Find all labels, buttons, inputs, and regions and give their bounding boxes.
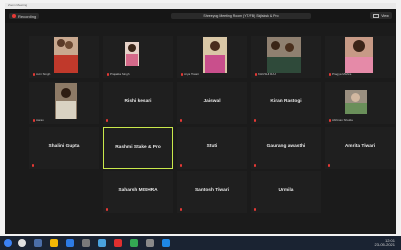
participant-name: Abhinav Shukla	[332, 118, 353, 122]
windows-taskbar: 12:01 23-05-2021	[0, 236, 401, 250]
participant-tile-p7[interactable]: Rishi kesari	[103, 82, 173, 124]
desktop: Zoom Meeting Recording Shreeyog Meeting …	[0, 0, 401, 250]
participant-tile-p9[interactable]: Kiran Rastogi	[251, 82, 321, 124]
view-button[interactable]: View	[370, 12, 392, 19]
browser-icon[interactable]	[98, 239, 106, 247]
app-icon[interactable]	[82, 239, 90, 247]
record-dot-icon	[12, 14, 16, 18]
participant-video	[345, 37, 373, 73]
participant-name-tag: Abhinav Shukla	[329, 118, 353, 122]
mic-muted-icon	[106, 119, 108, 122]
mic-muted-icon	[107, 72, 109, 76]
participant-name: Aarav	[36, 118, 44, 122]
participant-name: KHUSHI RAJ	[258, 72, 276, 76]
mic-muted-icon	[33, 72, 35, 76]
participant-name: Prajakta Singh	[110, 72, 130, 76]
participant-tile-p16[interactable]: Saharsh MISHRA	[103, 171, 173, 213]
participant-video	[267, 37, 301, 73]
participant-tile-p15[interactable]: Amrita Tiwari	[325, 127, 395, 169]
participant-video	[55, 83, 77, 119]
participant-display-name: Rishi kesari	[124, 99, 152, 104]
participant-display-name: Amrita Tiwari	[344, 144, 376, 149]
recording-indicator[interactable]: Recording	[9, 13, 40, 19]
participant-display-name: Jaiswal	[203, 99, 221, 104]
mic-muted-icon	[254, 164, 256, 167]
participant-display-name: Saharsh MISHRA	[118, 188, 158, 193]
window-title: Zoom Meeting	[8, 3, 28, 7]
participant-tile-p11[interactable]: Shalini Gupta	[29, 127, 99, 169]
clock-date: 23-05-2021	[374, 242, 395, 247]
search-icon[interactable]	[18, 239, 26, 247]
mic-muted-icon	[180, 164, 182, 167]
participant-display-name: Santosh Tiwari	[194, 188, 230, 193]
meeting-topbar: Recording Shreeyog Meeting Room (YT/FB) …	[5, 9, 396, 23]
participant-name-tag: Aarav	[33, 118, 44, 122]
mic-muted-icon	[329, 118, 331, 122]
participant-name-tag: KHUSHI RAJ	[255, 72, 276, 76]
participant-display-name: Gaurang awasthi	[266, 144, 306, 149]
task-view-icon[interactable]	[34, 239, 42, 247]
participant-display-name: Shalini Gupta	[48, 144, 80, 149]
participant-tile-p17[interactable]: Santosh Tiwari	[177, 171, 247, 213]
zoom-app-icon[interactable]	[66, 239, 74, 247]
start-icon[interactable]	[4, 239, 12, 247]
mic-muted-icon	[180, 208, 182, 211]
mic-muted-icon	[33, 118, 35, 122]
participant-tile-p2[interactable]: Prajakta Singh	[103, 36, 173, 78]
participant-display-name: Kiran Rastogi	[270, 99, 302, 104]
participant-name: Arya Tiwari	[184, 72, 199, 76]
participant-display-name: Rashmi Stake & Pro	[115, 145, 161, 150]
participant-tile-p10[interactable]: Abhinav Shukla	[325, 82, 395, 124]
participant-tile-p4[interactable]: KHUSHI RAJ	[251, 36, 321, 78]
system-clock[interactable]: 12:01 23-05-2021	[375, 239, 395, 247]
file-explorer-icon[interactable]	[50, 239, 58, 247]
mic-muted-icon	[254, 119, 256, 122]
app-icon[interactable]	[162, 239, 170, 247]
participant-tile-p13[interactable]: Stuti	[177, 127, 247, 169]
participant-name: Avni Singh	[36, 72, 51, 76]
participant-display-name: Urmila	[278, 188, 294, 193]
mic-muted-icon	[328, 164, 330, 167]
grid-view-icon	[373, 13, 380, 18]
participant-video	[54, 37, 78, 73]
zoom-meeting-window: Recording Shreeyog Meeting Room (YT/FB) …	[5, 9, 396, 234]
participant-tile-p8[interactable]: Jaiswal	[177, 82, 247, 124]
participant-tile-p12-active-speaker[interactable]: Rashmi Stake & Pro	[103, 127, 173, 169]
participant-tile-p1[interactable]: Avni Singh	[29, 36, 99, 78]
mic-muted-icon	[255, 72, 257, 76]
participant-video	[203, 37, 227, 73]
participant-tile-p14[interactable]: Gaurang awasthi	[251, 127, 321, 169]
mic-muted-icon	[254, 208, 256, 211]
meeting-title: Shreeyog Meeting Room (YT/FB) Skjlsksk &…	[171, 13, 311, 19]
participant-video	[125, 42, 139, 66]
mic-muted-icon	[106, 208, 108, 211]
participant-tile-p3[interactable]: Arya Tiwari	[177, 36, 247, 78]
youtube-icon[interactable]	[114, 239, 122, 247]
participant-tile-p6[interactable]: Aarav	[29, 82, 99, 124]
participant-name-tag: Prajakta Singh	[107, 72, 130, 76]
chrome-icon[interactable]	[130, 239, 138, 247]
recording-label: Recording	[18, 13, 37, 19]
participant-video	[345, 90, 367, 114]
participant-tile-p18[interactable]: Urmila	[251, 171, 321, 213]
mic-muted-icon	[181, 72, 183, 76]
view-label: View	[381, 13, 389, 18]
participant-name-tag: Arya Tiwari	[181, 72, 199, 76]
participant-name-tag: Avni Singh	[33, 72, 50, 76]
mic-muted-icon	[180, 119, 182, 122]
participant-tile-p5[interactable]: Pragya Mishra	[325, 36, 395, 78]
participant-name-tag: Pragya Mishra	[329, 72, 351, 76]
app-icon[interactable]	[146, 239, 154, 247]
participant-display-name: Stuti	[206, 144, 218, 149]
mic-muted-icon	[329, 72, 331, 76]
participant-name: Pragya Mishra	[332, 72, 352, 76]
mic-muted-icon	[32, 164, 34, 167]
